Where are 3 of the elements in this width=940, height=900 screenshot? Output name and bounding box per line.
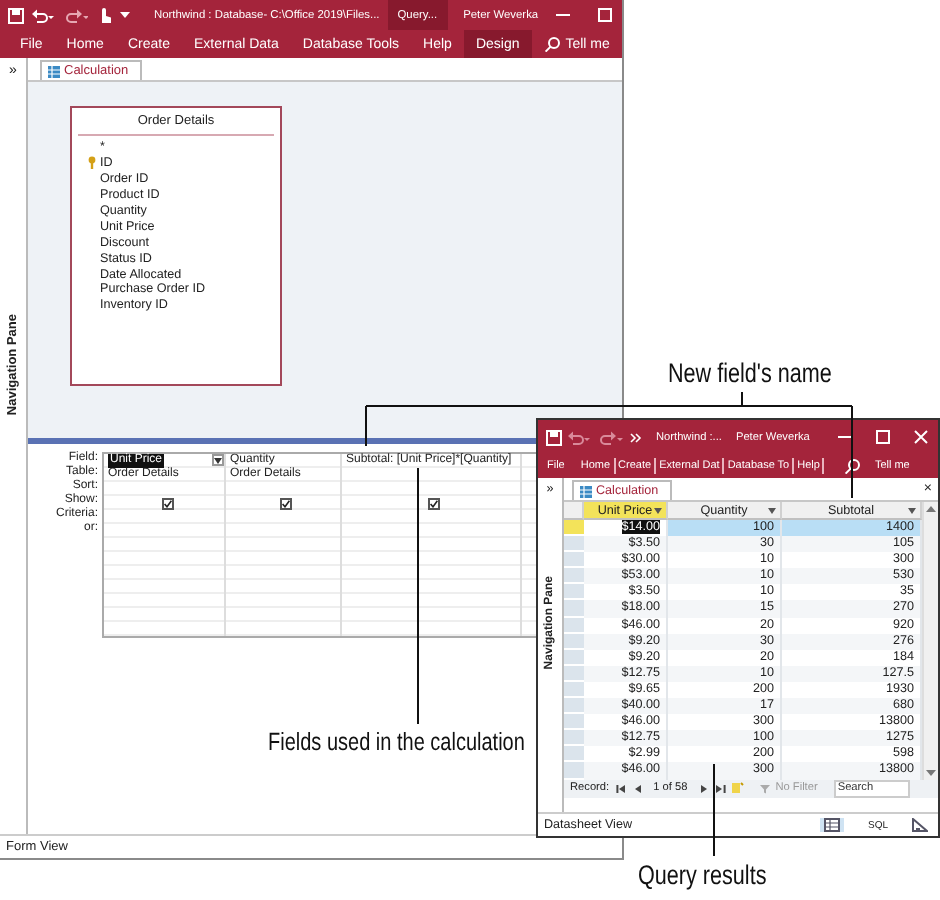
callout-label: New field's name bbox=[668, 360, 832, 387]
callout-label: Query results bbox=[638, 862, 767, 889]
callout-label: Fields used in the calculation bbox=[268, 730, 525, 755]
